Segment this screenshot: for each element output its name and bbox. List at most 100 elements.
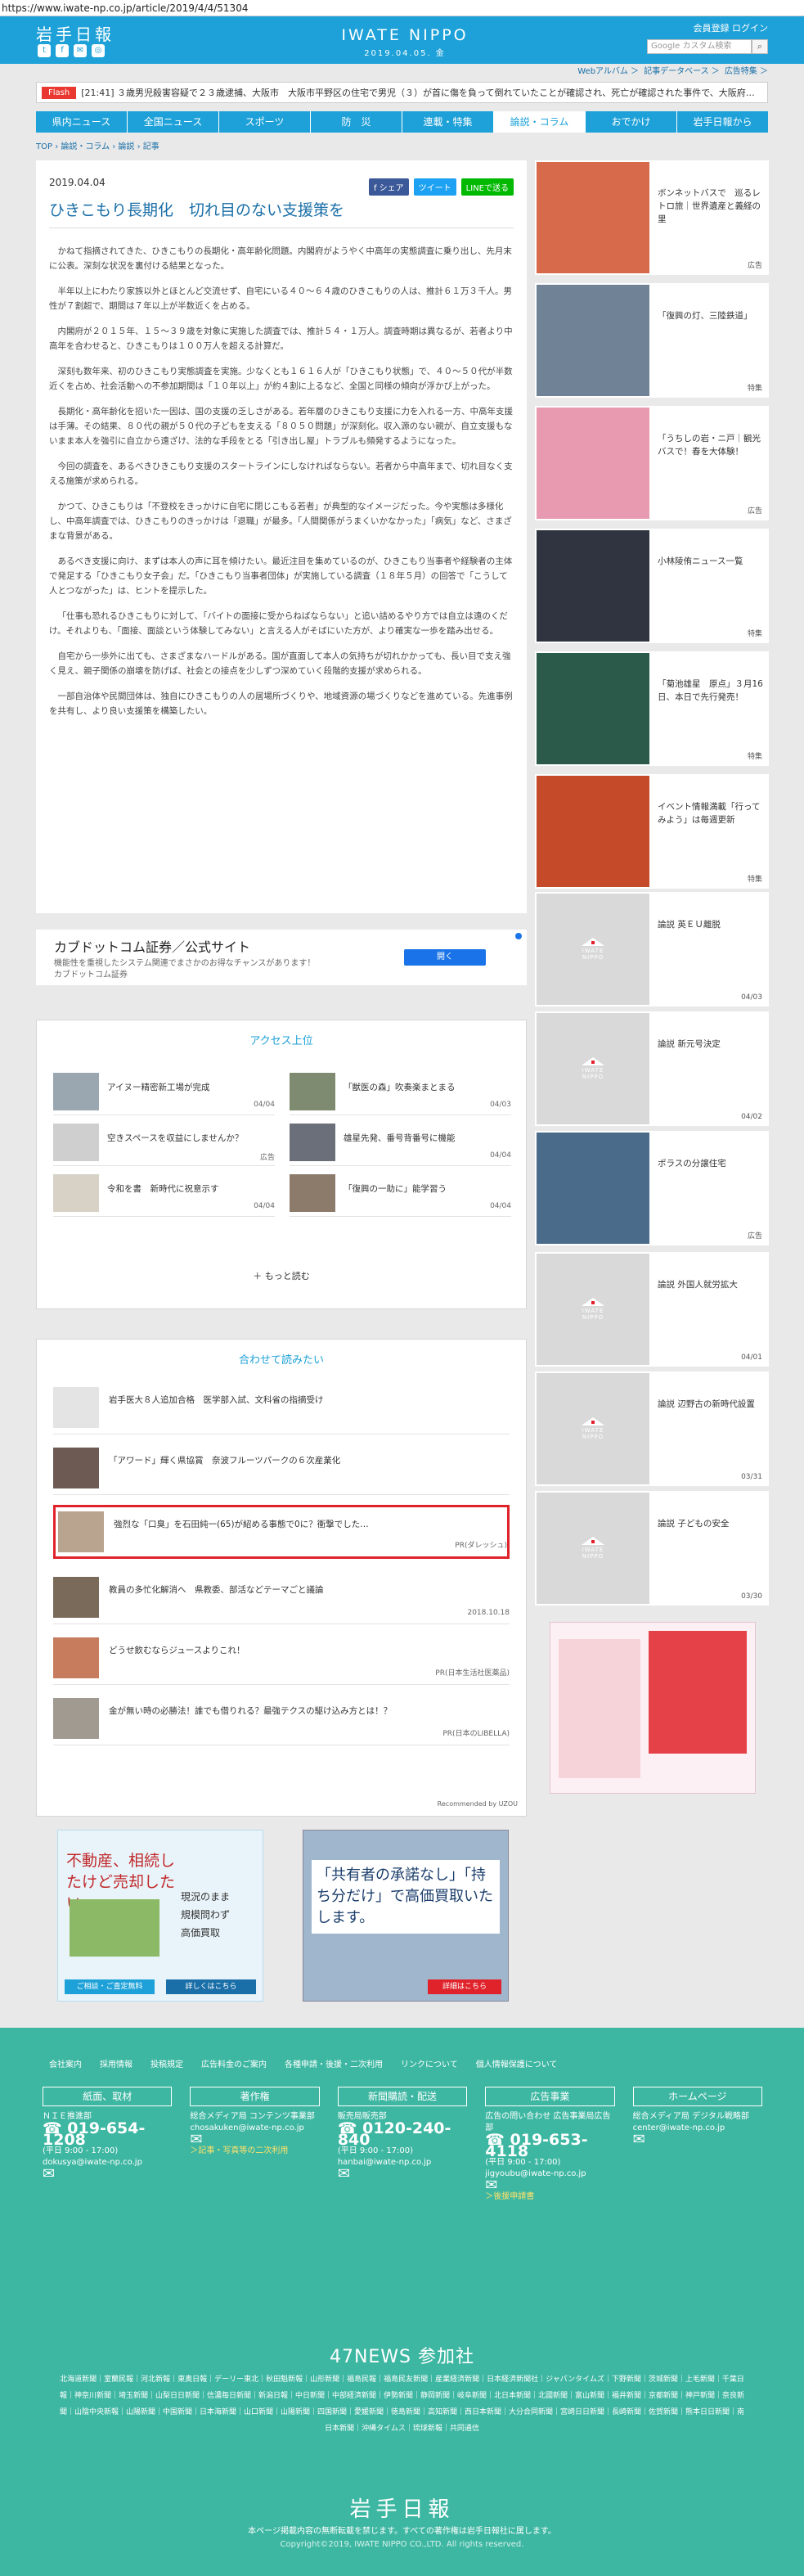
sidebar-item[interactable]: IWATE NIPPO 論説 英ＥＵ離脱 04/03 — [535, 892, 769, 1007]
text-ad[interactable]: カブドットコム証券／公式サイト 機能性を重視したシステム関連でまさかのお得なチャ… — [36, 930, 527, 985]
plus-icon: ＋ — [253, 1271, 265, 1281]
line-share-button[interactable]: LINEで送る — [460, 178, 514, 196]
subnav-ads[interactable]: 広告特集 ＞ — [725, 64, 768, 76]
ranking-thumbnail — [290, 1124, 335, 1161]
breadcrumb[interactable]: TOP › 論説・コラム › 論説 › 記事 — [36, 139, 159, 151]
sidebar-item[interactable]: IWATE NIPPO 論説 新元号決定 04/02 — [535, 1011, 769, 1126]
ad-consult-button[interactable]: ご相談・ご査定無料 — [65, 1979, 155, 1994]
real-estate-ad-left[interactable]: 不動産、相続したけど売却したい 現況のまま 規模問わず 高価買取 ご相談・ご査定… — [57, 1830, 263, 2002]
sidebar-item[interactable]: ボンネットバスで 巡るレトロ旅｜世界遺産と義経の里 広告 — [535, 160, 769, 275]
contact-email[interactable]: hanbai@iwate-np.co.jp — [338, 2157, 467, 2168]
sidebar-thumbnail — [537, 162, 649, 273]
contact-email[interactable]: dokusya@iwate-np.co.jp — [43, 2157, 172, 2168]
site-logo[interactable]: 岩手日報 — [36, 21, 115, 45]
related-item[interactable]: 金が無い時の必勝法！誰でも借りれる？最強テクスの駆け込み方とは！？ PR(日本のL… — [53, 1691, 510, 1745]
flash-text[interactable]: [21:41] ３歳男児殺害容疑で２３歳逮捕、大阪市 大阪市平野区の住宅で男児（… — [81, 86, 755, 99]
mail-icon[interactable]: ✉ — [633, 2132, 762, 2147]
nav-disaster[interactable]: 防 災 — [311, 111, 402, 133]
contact-extra-link[interactable]: ＞記事・写真等の二次利用 — [190, 2146, 319, 2157]
sidebar-item[interactable]: IWATE NIPPO 論説 辺野古の新時代設置 03/31 — [535, 1371, 769, 1486]
nav-from-nippo[interactable]: 岩手日報から — [677, 111, 768, 133]
footer-link[interactable]: 広告料金のご案内 — [201, 2057, 267, 2069]
article-paragraph: かねて指摘されてきた、ひきこもりの長期化・高年齢化問題。内閣府がようやく中高年の… — [49, 246, 512, 271]
related-item-highlighted[interactable]: 強烈な「口臭」を石田純一(65)が紹める事態で0に？衝撃でした… PR(ダレッシュ… — [53, 1505, 510, 1559]
more-button[interactable]: ＋ もっと読む — [37, 1269, 526, 1282]
contact-phone[interactable]: ☎ 019-654-1208 — [43, 2121, 172, 2148]
real-estate-ad-right[interactable]: 「共有者の承諾なし」「持ち分だけ」で高価買取いたします。 詳細はこちら — [303, 1830, 509, 2002]
nav-prefecture[interactable]: 県内ニュース — [36, 111, 128, 133]
footer-link[interactable]: 各種申請・後援・二次利用 — [285, 2057, 383, 2069]
nav-series[interactable]: 連載・特集 — [402, 111, 494, 133]
ad-details-button[interactable]: 詳しくはこちら — [166, 1979, 256, 1994]
partner-list[interactable]: 北海道新聞｜室蘭民報｜河北新報｜東奥日報｜デーリー東北｜秋田魁新報｜山形新聞｜福… — [57, 2371, 747, 2437]
subnav-album[interactable]: Webアルバム ＞ — [577, 64, 639, 76]
footer-link[interactable]: 会社案内 — [49, 2057, 82, 2069]
footer-link[interactable]: リンクについて — [401, 2057, 458, 2069]
footer-logo[interactable]: 岩手日報 — [0, 2493, 804, 2523]
related-title: 岩手医大８人追加合格 医学部入試、文科省の指摘受け — [109, 1395, 324, 1405]
sidebar-item[interactable]: IWATE NIPPO 論説 子どもの安全 03/30 — [535, 1491, 769, 1605]
contact-extra-link[interactable]: ＞後援申請書 — [485, 2191, 614, 2203]
related-item[interactable]: どうせ飲むならジュースよりこれ！ PR(日本生活社医薬品) — [53, 1631, 510, 1685]
mail-icon[interactable]: ✉ — [43, 2167, 172, 2182]
member-links[interactable]: 会員登録 ログイン — [647, 21, 769, 34]
related-item[interactable]: 教員の多忙化解消へ 県教委、部活などテーマごと議論 2018.10.18 — [53, 1570, 510, 1624]
nav-national[interactable]: 全国ニュース — [128, 111, 219, 133]
recommended-by[interactable]: Recommended by UZOU — [438, 1800, 518, 1808]
ranking-item[interactable]: 空きスペースを収益にしませんか？ 広告 — [53, 1124, 275, 1166]
sidebar-item[interactable]: ポラスの分譲住宅 広告 — [535, 1131, 769, 1245]
footer-link[interactable]: 投稿規定 — [150, 2057, 183, 2069]
tweet-button[interactable]: ツイート — [413, 178, 456, 196]
sidebar-item[interactable]: 小林陵侑ニュース一覧 特集 — [535, 529, 769, 643]
footer-link[interactable]: 個人情報保護について — [476, 2057, 558, 2069]
footer-link[interactable]: 採用情報 — [100, 2057, 133, 2069]
sidebar-item[interactable]: IWATE NIPPO 論説 外国人就労拡大 04/01 — [535, 1252, 769, 1367]
nav-sports[interactable]: スポーツ — [219, 111, 311, 133]
sidebar-item[interactable]: イベント情報満載「行ってみよう」は毎週更新 特集 — [535, 774, 769, 889]
facebook-share-button[interactable]: f シェア — [368, 178, 409, 196]
sidebar-item[interactable]: 「復興の灯、三陸鉄道」 特集 — [535, 283, 769, 398]
center-date: 2019.04.05. 金 — [364, 49, 446, 58]
related-item[interactable]: 「アワード」輝く県協賞 奈波フルーツパークの６次産業化 — [53, 1441, 510, 1495]
ad-choices-icon[interactable] — [515, 933, 522, 939]
nav-editorial[interactable]: 論説・コラム — [494, 111, 586, 133]
article-paragraph: 今回の調査を、あるべきひきこもり支援のスタートラインにしなければならない。若者か… — [49, 462, 513, 486]
iwate-nippo-placeholder-logo: IWATE NIPPO — [537, 1493, 649, 1604]
footer-contacts: 紙面、取材 ＮＩＥ推進部 ☎ 019-654-1208 (平日 9:00 - 1… — [43, 2087, 763, 2203]
mail-icon[interactable]: ✉ — [485, 2178, 614, 2193]
mail-icon[interactable]: ✉ — [338, 2167, 467, 2182]
ranking-item[interactable]: 雄星先発、番号背番号に機能 04/04 — [290, 1124, 511, 1166]
mail-icon[interactable]: ✉ — [74, 44, 87, 57]
address-bar[interactable]: https://www.iwate-np.co.jp/article/2019/… — [0, 0, 804, 16]
ranking-item[interactable]: 「獣医の森」吹奏楽まとまる 04/03 — [290, 1073, 511, 1115]
sidebar-item[interactable]: 「うちしの岩・ニ戸｜観光バスで！春を大体験！ 広告 — [535, 406, 769, 520]
nav-outing[interactable]: おでかけ — [586, 111, 677, 133]
contact-hours: (平日 9:00 - 17:00) — [43, 2146, 119, 2155]
related-item[interactable]: 岩手医大８人追加合格 医学部入試、文科省の指摘受け — [53, 1380, 510, 1434]
facebook-icon[interactable]: f — [56, 44, 69, 57]
sidebar-item[interactable]: 「菊池雄星 原点」３月16日、本日で先行発売！ 特集 — [535, 651, 769, 766]
contact-email[interactable]: chosakuken@iwate-np.co.jp — [190, 2123, 319, 2134]
contact-phone[interactable]: ☎ 0120-240-840 — [338, 2121, 467, 2148]
flash-news-bar: Flash [21:41] ３歳男児殺害容疑で２３歳逮捕、大阪市 大阪市平野区の… — [36, 82, 768, 103]
ad-description: 機能性を重視したシステム関連でまさかのお得なチャンスがあります！ — [54, 959, 316, 968]
center-logo[interactable]: IWATE NIPPO 2019.04.05. 金 — [323, 26, 487, 58]
ranking-item[interactable]: 令和を書 新時代に祝意示す 04/04 — [53, 1174, 275, 1217]
search-input[interactable]: Google カスタム検索 — [647, 39, 752, 54]
ad-title[interactable]: カブドットコム証券／公式サイト — [54, 936, 250, 956]
subnav-database[interactable]: 記事データベース ＞ — [644, 64, 720, 76]
ranking-date: 広告 — [259, 1154, 275, 1162]
sidebar-item-tag: 特集 — [747, 753, 762, 761]
ad-open-button[interactable]: 開く — [404, 949, 486, 966]
contact-phone[interactable]: ☎ 019-653-4118 — [485, 2132, 614, 2159]
ad-details-button[interactable]: 詳細はこちら — [428, 1979, 501, 1994]
mail-icon[interactable]: ✉ — [190, 2132, 319, 2147]
manga-ad[interactable] — [550, 1622, 756, 1794]
twitter-icon[interactable]: t — [38, 44, 51, 57]
ranking-item[interactable]: 「復興の一助に」能学習う 04/04 — [290, 1174, 511, 1217]
ranking-item[interactable]: アイヌー精密新工場が完成 04/04 — [53, 1073, 275, 1115]
instagram-icon[interactable]: ◎ — [92, 44, 105, 57]
contact-email[interactable]: jigyoubu@iwate-np.co.jp — [485, 2168, 614, 2180]
search-icon[interactable]: ⌕ — [752, 39, 768, 54]
contact-email[interactable]: center@iwate-np.co.jp — [633, 2123, 762, 2134]
